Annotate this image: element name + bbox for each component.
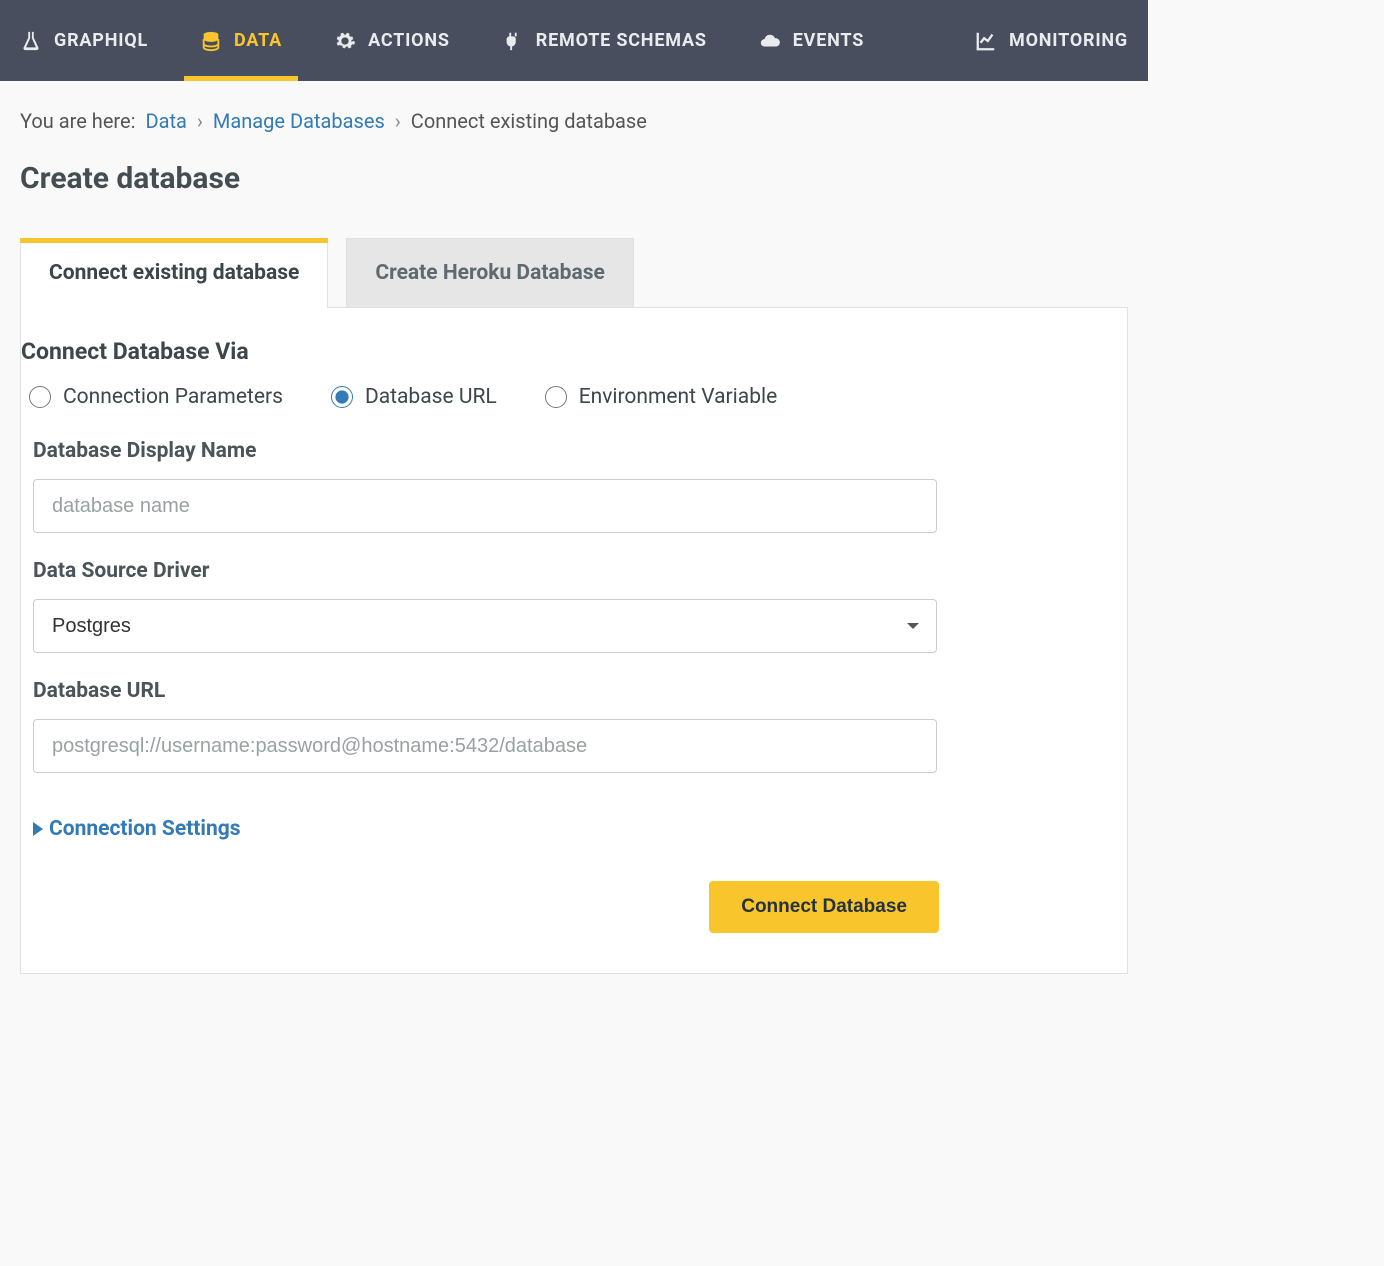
field-label: Database URL [33,679,1115,703]
breadcrumb-link-data[interactable]: Data [145,109,186,133]
breadcrumb-link-manage-databases[interactable]: Manage Databases [213,109,385,133]
nav-actions[interactable]: ACTIONS [334,0,450,81]
page-title: Create database [20,161,1128,196]
tab-connect-existing[interactable]: Connect existing database [20,238,328,307]
field-label: Data Source Driver [33,559,1115,583]
nav-remote-schemas[interactable]: REMOTE SCHEMAS [502,0,707,81]
display-name-input[interactable] [33,479,937,533]
field-driver: Data Source Driver Postgres [21,559,1127,653]
field-display-name: Database Display Name [21,439,1127,533]
breadcrumb: You are here: Data › Manage Databases › … [20,109,1128,133]
field-database-url: Database URL [21,679,1127,773]
tab-label: Connect existing database [49,261,299,285]
nav-label: MONITORING [1009,30,1128,51]
flask-icon [20,30,42,52]
nav-data[interactable]: DATA [200,0,282,81]
radio-label: Database URL [365,385,497,409]
caret-right-icon [33,822,43,836]
connection-settings-toggle[interactable]: Connection Settings [21,799,1127,841]
field-label: Database Display Name [33,439,1115,463]
radio-label: Connection Parameters [63,385,283,409]
plug-icon [502,30,524,52]
radio-label: Environment Variable [579,385,778,409]
chart-icon [975,30,997,52]
nav-label: ACTIONS [368,30,450,51]
tab-create-heroku[interactable]: Create Heroku Database [346,238,633,307]
connection-settings-label: Connection Settings [49,817,241,841]
radio-environment-variable[interactable]: Environment Variable [545,385,778,409]
chevron-right-icon: › [395,109,401,133]
breadcrumb-current: Connect existing database [411,109,647,133]
page-content: You are here: Data › Manage Databases › … [0,81,1148,1014]
gears-icon [334,30,356,52]
connect-database-button[interactable]: Connect Database [709,881,939,933]
driver-select[interactable]: Postgres [33,599,937,653]
nav-label: REMOTE SCHEMAS [536,30,707,51]
nav-graphiql[interactable]: GRAPHIQL [20,0,148,81]
radio-input[interactable] [29,386,51,408]
radio-input[interactable] [331,386,353,408]
connect-via-title: Connect Database Via [21,338,1127,385]
nav-label: GRAPHIQL [54,30,148,51]
tab-panel: Connect Database Via Connection Paramete… [20,308,1128,974]
nav-label: DATA [234,30,282,51]
nav-monitoring[interactable]: MONITORING [975,0,1128,81]
top-nav: GRAPHIQL DATA ACTIONS REMOTE SCHEMAS EVE… [0,0,1148,81]
nav-events[interactable]: EVENTS [759,0,864,81]
nav-label: EVENTS [793,30,864,51]
radio-input[interactable] [545,386,567,408]
cloud-icon [759,30,781,52]
radio-connection-parameters[interactable]: Connection Parameters [29,385,283,409]
tab-label: Create Heroku Database [375,261,604,285]
connect-via-radio-group: Connection Parameters Database URL Envir… [21,385,1127,439]
radio-database-url[interactable]: Database URL [331,385,497,409]
database-url-input[interactable] [33,719,937,773]
database-icon [200,30,222,52]
tabs: Connect existing database Create Heroku … [20,238,1128,308]
breadcrumb-prefix: You are here: [20,109,135,133]
submit-row: Connect Database [21,841,939,933]
chevron-right-icon: › [197,109,203,133]
